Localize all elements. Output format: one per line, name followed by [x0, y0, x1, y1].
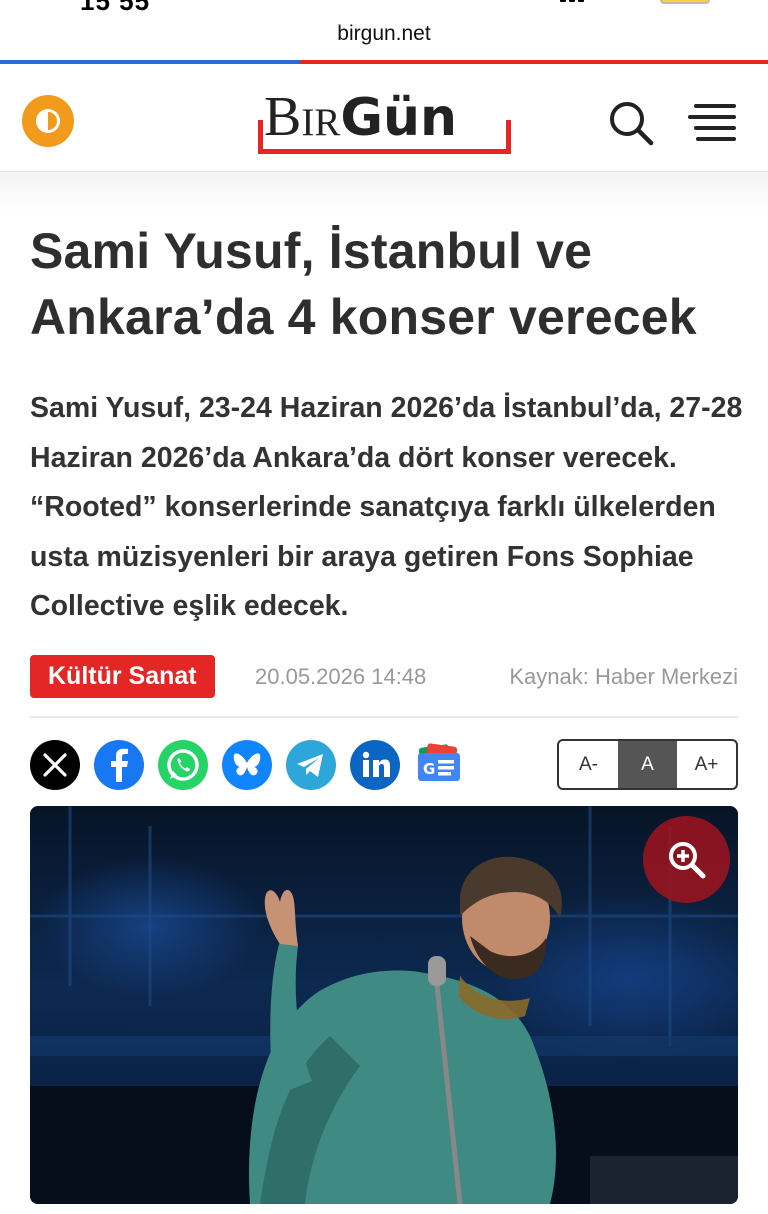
divider	[30, 716, 738, 718]
category-badge[interactable]: Kültür Sanat	[30, 655, 215, 698]
signal-icon	[560, 0, 600, 2]
font-size-control: A- A A+	[557, 739, 738, 790]
whatsapp-icon[interactable]	[158, 740, 208, 790]
menu-icon[interactable]	[688, 102, 736, 142]
battery-icon	[660, 0, 710, 4]
font-decrease-button[interactable]: A-	[559, 741, 618, 788]
logo-gun: Gün	[340, 88, 458, 148]
font-increase-button[interactable]: A+	[677, 741, 736, 788]
publish-date: 20.05.2026 14:48	[255, 664, 427, 689]
article-title: Sami Yusuf, İstanbul ve Ankara’da 4 kons…	[30, 223, 697, 345]
browser-address-bar[interactable]: 15 55 birgun.net	[0, 0, 768, 66]
page-load-progress	[0, 60, 768, 64]
font-normal-button[interactable]: A	[618, 741, 677, 788]
google-news-icon[interactable]: G	[414, 740, 464, 790]
linkedin-icon[interactable]	[350, 740, 400, 790]
theme-toggle-icon[interactable]	[22, 95, 74, 147]
facebook-icon[interactable]	[94, 740, 144, 790]
article-summary: Sami Yusuf, 23-24 Haziran 2026’da İstanb…	[30, 392, 743, 622]
url-text[interactable]: birgun.net	[0, 22, 768, 46]
zoom-in-icon[interactable]	[643, 816, 730, 903]
search-icon[interactable]	[606, 98, 656, 148]
page-load-progress-fill	[0, 60, 300, 64]
svg-text:G: G	[423, 760, 435, 778]
telegram-icon[interactable]	[286, 740, 336, 790]
site-header: BirGün	[0, 66, 768, 172]
x-icon[interactable]	[30, 740, 80, 790]
birgun-logo[interactable]: BirGün	[258, 86, 511, 154]
article-photo-illustration	[30, 806, 738, 1204]
article-source: Kaynak: Haber Merkezi	[509, 664, 738, 689]
article-photo[interactable]	[30, 806, 738, 1204]
status-time-clipped: 15 55	[80, 0, 151, 16]
bluesky-icon[interactable]	[222, 740, 272, 790]
article-meta: Kültür Sanat 20.05.2026 14:48 Kaynak: Ha…	[30, 655, 738, 699]
logo-bir: Bir	[264, 86, 341, 148]
